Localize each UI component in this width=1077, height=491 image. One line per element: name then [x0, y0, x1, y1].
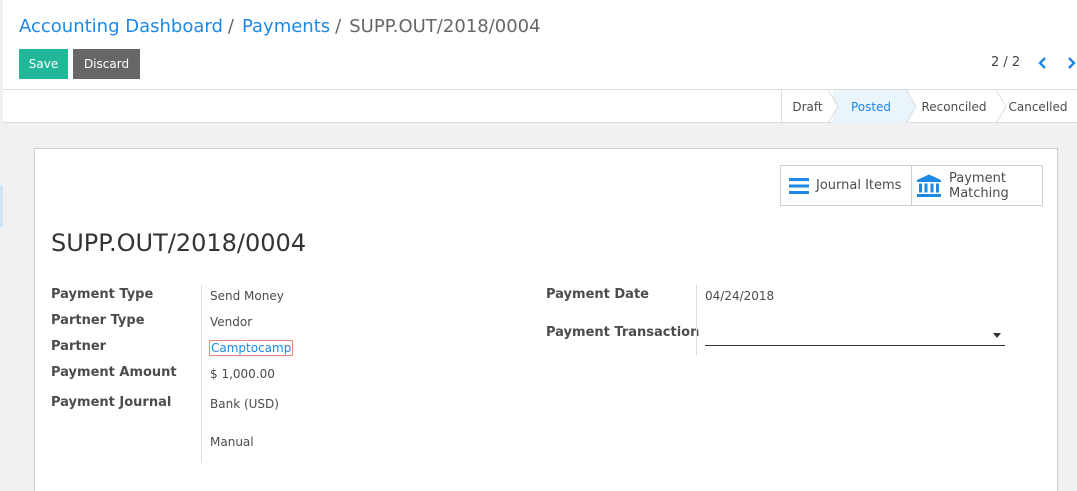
payment-type-value: Send Money [210, 289, 284, 303]
payment-amount-label: Payment Amount [51, 365, 177, 380]
journal-items-button[interactable]: Journal Items [781, 166, 912, 205]
pager-value: 2 / 2 [991, 55, 1021, 70]
breadcrumb-separator: / [227, 16, 234, 37]
field-divider [696, 285, 697, 355]
payment-matching-label: Payment Matching [949, 171, 1009, 201]
breadcrumb-accounting-dashboard[interactable]: Accounting Dashboard [19, 16, 223, 37]
stage-arrow-icon [828, 90, 839, 123]
breadcrumb-payments[interactable]: Payments [242, 16, 330, 37]
discard-button[interactable]: Discard [73, 49, 140, 79]
caret-down-icon[interactable] [993, 333, 1001, 338]
left-scroll-indicator [0, 185, 3, 227]
breadcrumb-separator: / [335, 16, 342, 37]
status-bar: Draft Posted Reconciled Cancelled [3, 90, 1077, 123]
bank-icon [917, 174, 941, 197]
status-reconciled[interactable]: Reconciled [909, 90, 999, 123]
payment-transaction-underline [705, 345, 1005, 346]
chevron-right-icon[interactable] [1061, 53, 1077, 73]
payment-date-label: Payment Date [546, 287, 649, 302]
payment-amount-value: $ 1,000.00 [210, 367, 275, 381]
payment-journal-label: Payment Journal [51, 395, 172, 410]
partner-label: Partner [51, 339, 107, 354]
partner-type-label: Partner Type [51, 313, 145, 328]
list-icon [789, 177, 809, 194]
status-cancelled[interactable]: Cancelled [999, 90, 1077, 123]
payment-date-value: 04/24/2018 [705, 289, 775, 303]
payment-method-value: Manual [210, 435, 254, 449]
field-divider [201, 285, 202, 463]
breadcrumb-current: SUPP.OUT/2018/0004 [349, 16, 541, 37]
payment-transaction-label: Payment Transaction [546, 325, 700, 340]
breadcrumb: Accounting Dashboard / Payments / SUPP.OUT/2… [19, 16, 541, 37]
payment-matching-button[interactable]: Payment Matching [912, 166, 1042, 205]
partner-type-value: Vendor [210, 315, 253, 329]
control-panel: Accounting Dashboard / Payments / SUPP.OUT/2… [3, 0, 1077, 90]
chevron-left-icon[interactable] [1033, 53, 1053, 73]
payment-matching-label-line1: Payment [949, 170, 1006, 186]
stage-arrow-icon [906, 90, 917, 123]
smart-button-box: Journal Items Payment Matching [780, 165, 1043, 206]
payment-matching-label-line2: Matching [949, 185, 1009, 201]
save-button[interactable]: Save [19, 49, 68, 79]
payment-journal-value: Bank (USD) [210, 397, 279, 411]
payment-type-label: Payment Type [51, 287, 154, 302]
form-sheet: Journal Items Payment Matching SUPP.OUT/… [34, 148, 1058, 491]
status-posted[interactable]: Posted [833, 90, 909, 123]
status-draft[interactable]: Draft [781, 90, 833, 123]
journal-items-label: Journal Items [816, 178, 902, 193]
stage-arrow-icon [996, 90, 1007, 123]
record-title: SUPP.OUT/2018/0004 [51, 229, 307, 257]
partner-link[interactable]: Camptocamp [209, 340, 294, 356]
